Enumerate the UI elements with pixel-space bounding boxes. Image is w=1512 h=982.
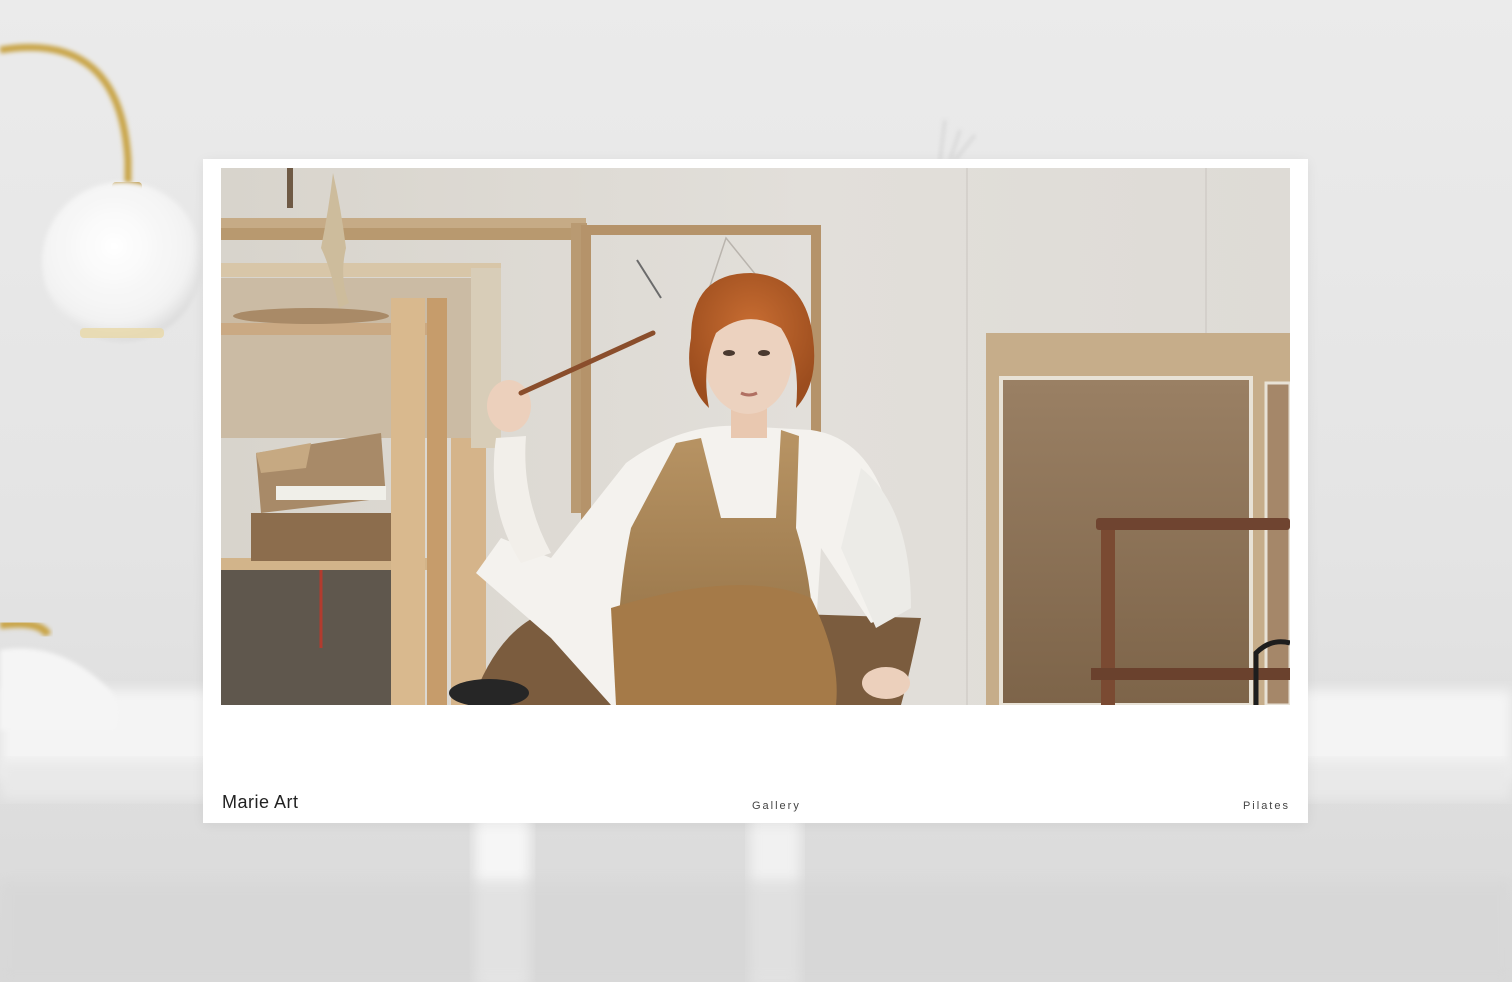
nav-link-pilates[interactable]: Pilates	[1243, 800, 1290, 812]
nav-link-gallery[interactable]: Gallery	[752, 800, 801, 812]
brand-logo[interactable]: Marie Art	[222, 792, 299, 813]
site-preview-card: Marie Art Gallery Pilates	[203, 159, 1308, 823]
hero-image	[221, 168, 1290, 705]
artist-in-studio-illustration	[221, 168, 1290, 705]
site-footer-nav: Marie Art Gallery Pilates	[221, 789, 1290, 817]
